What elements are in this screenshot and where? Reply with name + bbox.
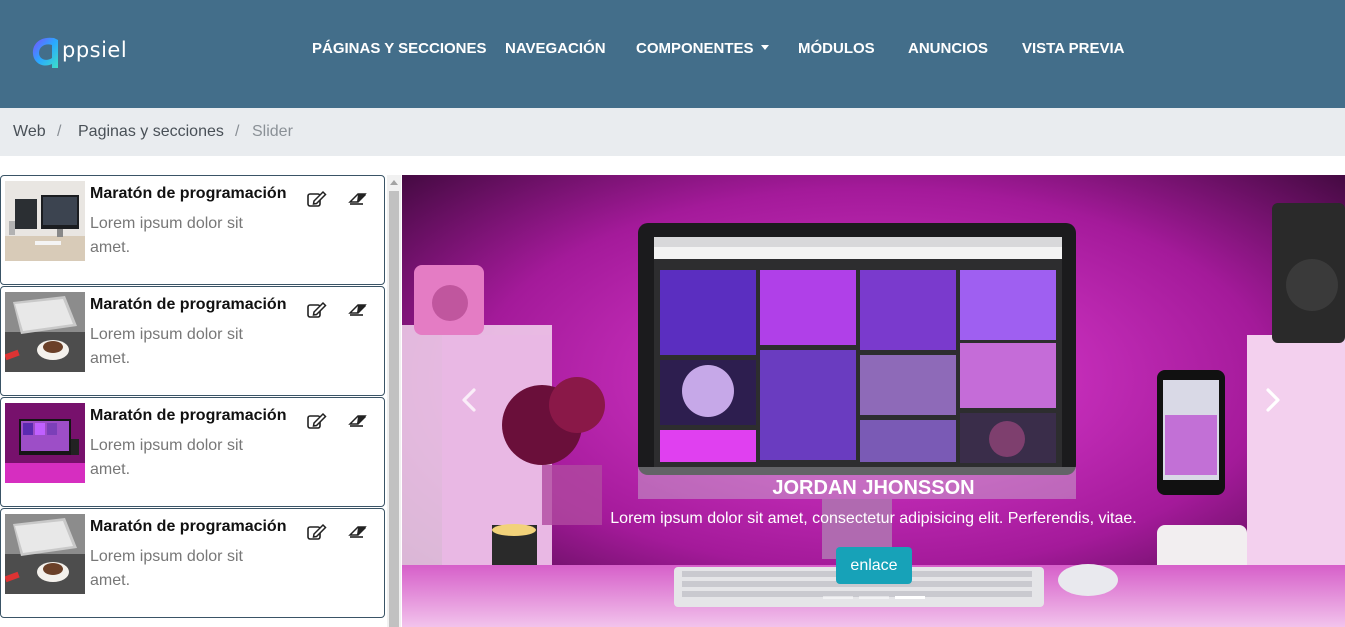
edit-icon[interactable] [306,190,328,208]
slide-thumbnail [5,292,85,372]
breadcrumb-paginas-y-secciones[interactable]: Paginas y secciones [78,123,224,141]
slide-list-item[interactable]: Maratón de programación Lorem ipsum dolo… [0,286,385,396]
eraser-icon[interactable] [347,523,369,541]
slide-description: Lorem ipsum dolor sit amet. [90,548,243,589]
slide-thumbnail [5,403,85,483]
breadcrumb-current-slider: Slider [252,123,293,140]
nav-componentes-dropdown[interactable]: COMPONENTES [636,40,769,57]
scroll-up-arrow-icon[interactable] [390,180,398,185]
nav-paginas-y-secciones[interactable]: PÁGINAS Y SECCIONES [312,40,487,57]
logo-text: ppsiel [62,38,128,62]
eraser-icon[interactable] [347,190,369,208]
breadcrumb-web[interactable]: Web [13,123,46,141]
carousel-indicator-active[interactable] [895,596,925,599]
nav-componentes-label: COMPONENTES [636,40,754,57]
scrollbar-thumb[interactable] [389,191,399,627]
slide-list-item[interactable]: Maratón de programación Lorem ipsum dolo… [0,175,385,285]
top-navbar: ppsiel PÁGINAS Y SECCIONES NAVEGACIÓN CO… [0,0,1345,108]
carousel-caption-title: JORDAN JHONSSON [772,477,975,499]
nav-vista-previa[interactable]: VISTA PREVIA [1022,40,1125,57]
slide-description: Lorem ipsum dolor sit amet. [90,215,243,256]
carousel-next-control-icon[interactable] [1257,385,1287,415]
breadcrumb: Web / Paginas y secciones / Slider [0,108,1345,156]
breadcrumb-separator: / [235,123,240,140]
slide-title: Maratón de programación [90,296,287,313]
slide-thumbnail [5,514,85,594]
edit-icon[interactable] [306,523,328,541]
list-scrollbar[interactable] [387,175,401,627]
caption-link-button[interactable]: enlace [836,547,912,584]
slide-title: Maratón de programación [90,518,287,535]
slider-carousel: JORDAN JHONSSON Lorem ipsum dolor sit am… [402,175,1345,627]
nav-modulos[interactable]: MÓDULOS [798,40,875,57]
carousel-indicator[interactable] [823,596,853,599]
carousel-prev-control-icon[interactable] [455,385,485,415]
slide-description: Lorem ipsum dolor sit amet. [90,437,243,478]
breadcrumb-separator: / [57,123,62,140]
caret-down-icon [760,45,769,50]
slide-title: Maratón de programación [90,407,287,424]
edit-icon[interactable] [306,301,328,319]
eraser-icon[interactable] [347,301,369,319]
slide-title: Maratón de programación [90,185,287,202]
logo-a-icon [32,37,58,68]
edit-icon[interactable] [306,412,328,430]
carousel-indicator[interactable] [859,596,889,599]
eraser-icon[interactable] [347,412,369,430]
nav-anuncios[interactable]: ANUNCIOS [908,40,988,57]
carousel-caption-text: Lorem ipsum dolor sit amet, consectetur … [610,510,1137,527]
slide-list-item[interactable]: Maratón de programación Lorem ipsum dolo… [0,397,385,507]
slide-list: Maratón de programación Lorem ipsum dolo… [0,175,386,627]
slide-list-item[interactable]: Maratón de programación Lorem ipsum dolo… [0,508,385,618]
nav-navegacion[interactable]: NAVEGACIÓN [505,40,606,57]
appsiel-logo[interactable]: ppsiel [30,32,127,72]
slide-description: Lorem ipsum dolor sit amet. [90,326,243,367]
slide-thumbnail [5,181,85,261]
